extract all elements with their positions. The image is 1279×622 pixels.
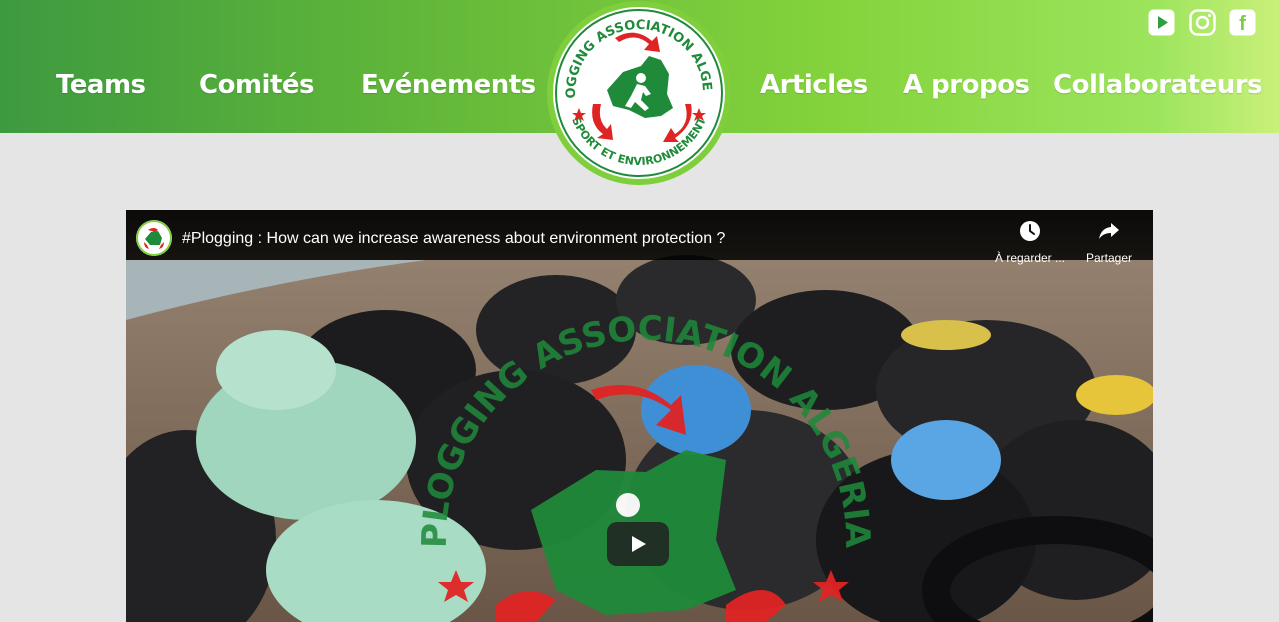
facebook-icon[interactable]: f xyxy=(1229,9,1256,36)
play-icon xyxy=(632,536,646,552)
video-title[interactable]: #Plogging : How can we increase awarenes… xyxy=(182,230,725,248)
clock-icon xyxy=(1020,221,1040,241)
share-label: Partager xyxy=(1085,251,1133,265)
youtube-icon[interactable] xyxy=(1148,9,1175,36)
instagram-icon[interactable] xyxy=(1189,9,1216,36)
nav-a-propos[interactable]: A propos xyxy=(903,70,1030,100)
video-player[interactable]: PLOGGING ASSOCIATION ALGERIA #Plogging :… xyxy=(126,210,1153,622)
share-icon xyxy=(1099,223,1119,239)
video-title-bar: #Plogging : How can we increase awarenes… xyxy=(126,210,1153,265)
nav-articles[interactable]: Articles xyxy=(760,70,868,100)
channel-avatar[interactable] xyxy=(136,220,172,256)
share-button[interactable]: Partager xyxy=(1069,220,1149,265)
nav-evenements[interactable]: Evénements xyxy=(361,70,536,100)
nav-comites[interactable]: Comités xyxy=(199,70,315,100)
watch-later-label: À regarder ... xyxy=(994,251,1066,265)
svg-text:f: f xyxy=(1239,13,1246,35)
association-logo[interactable]: PLOGGING ASSOCIATION ALGERIA SPORT ET EN… xyxy=(545,0,733,186)
watch-later-button[interactable]: À regarder ... xyxy=(990,220,1070,265)
nav-collaborateurs[interactable]: Collaborateurs xyxy=(1053,70,1263,100)
nav-teams[interactable]: Teams xyxy=(56,70,146,100)
play-button[interactable] xyxy=(607,522,669,566)
